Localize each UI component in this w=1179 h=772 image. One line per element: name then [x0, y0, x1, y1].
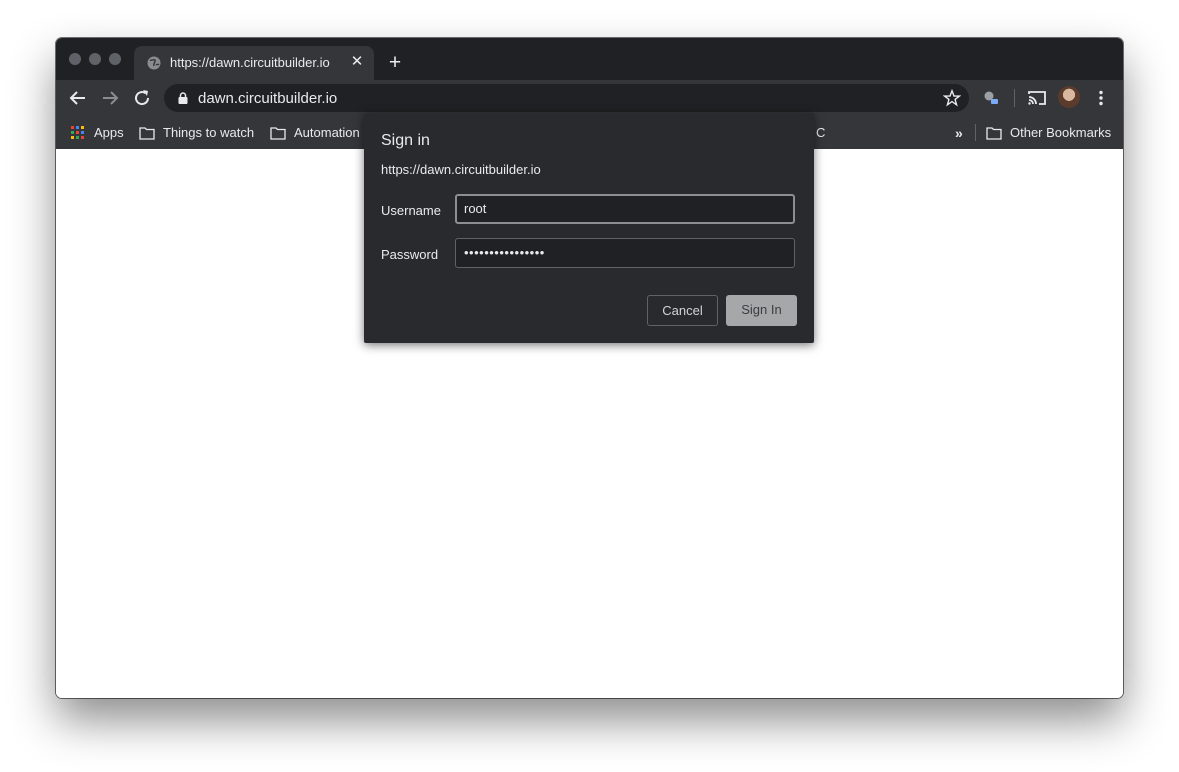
cast-icon[interactable]	[1025, 86, 1049, 110]
apps-grid-icon	[70, 125, 86, 140]
star-icon[interactable]	[942, 88, 962, 107]
browser-tab[interactable]: https://dawn.circuitbuilder.io ✕	[134, 46, 374, 80]
tab-strip: https://dawn.circuitbuilder.io ✕ +	[56, 38, 1123, 80]
bookmark-label: Things to watch	[163, 125, 255, 140]
bookmark-label: Other Bookmarks	[1010, 125, 1112, 140]
globe-icon	[146, 55, 162, 71]
window-minimize-button[interactable]	[89, 53, 101, 65]
tab-close-icon[interactable]: ✕	[348, 53, 366, 71]
toolbar-divider	[1014, 89, 1015, 107]
bookmark-partial[interactable]: C	[816, 116, 825, 149]
forward-icon[interactable]	[98, 86, 122, 110]
back-icon[interactable]	[66, 86, 90, 110]
bookmark-folder-automation[interactable]: Automation	[270, 116, 360, 149]
more-menu-icon[interactable]	[1089, 86, 1113, 110]
cancel-button[interactable]: Cancel	[647, 295, 718, 326]
folder-icon	[139, 126, 155, 140]
bookmark-label: C	[816, 125, 826, 140]
dialog-title: Sign in	[381, 132, 430, 149]
toolbar: dawn.circuitbuilder.io	[56, 80, 1123, 116]
profile-avatar[interactable]	[1058, 86, 1080, 108]
folder-icon	[986, 126, 1002, 140]
lock-icon[interactable]	[176, 91, 190, 105]
bookmark-apps[interactable]: Apps	[70, 116, 124, 149]
bookmark-label: Apps	[94, 125, 124, 140]
window-close-button[interactable]	[69, 53, 81, 65]
username-field[interactable]: root	[455, 194, 795, 224]
extension-icon[interactable]	[979, 86, 1003, 110]
bookmarks-divider	[975, 124, 976, 141]
dialog-origin: https://dawn.circuitbuilder.io	[381, 162, 541, 177]
reload-icon[interactable]	[130, 86, 154, 110]
omnibox-url: dawn.circuitbuilder.io	[198, 90, 338, 107]
bookmark-folder-things-to-watch[interactable]: Things to watch	[139, 116, 254, 149]
bookmark-label: Automation	[294, 125, 360, 140]
folder-icon	[270, 126, 286, 140]
omnibox[interactable]: dawn.circuitbuilder.io	[164, 84, 969, 112]
browser-window: https://dawn.circuitbuilder.io ✕ + dawn.…	[56, 38, 1123, 698]
tab-title: https://dawn.circuitbuilder.io	[170, 55, 330, 70]
sign-in-dialog: Sign in https://dawn.circuitbuilder.io U…	[364, 113, 814, 343]
bookmarks-overflow-chevron-icon[interactable]: »	[955, 116, 963, 149]
password-field[interactable]: ••••••••••••••••	[455, 238, 795, 268]
username-label: Username	[381, 203, 441, 218]
password-label: Password	[381, 247, 439, 262]
sign-in-button[interactable]: Sign In	[726, 295, 797, 326]
bookmark-other-bookmarks[interactable]: Other Bookmarks	[986, 116, 1111, 149]
window-zoom-button[interactable]	[109, 53, 121, 65]
new-tab-button[interactable]: +	[384, 52, 406, 74]
